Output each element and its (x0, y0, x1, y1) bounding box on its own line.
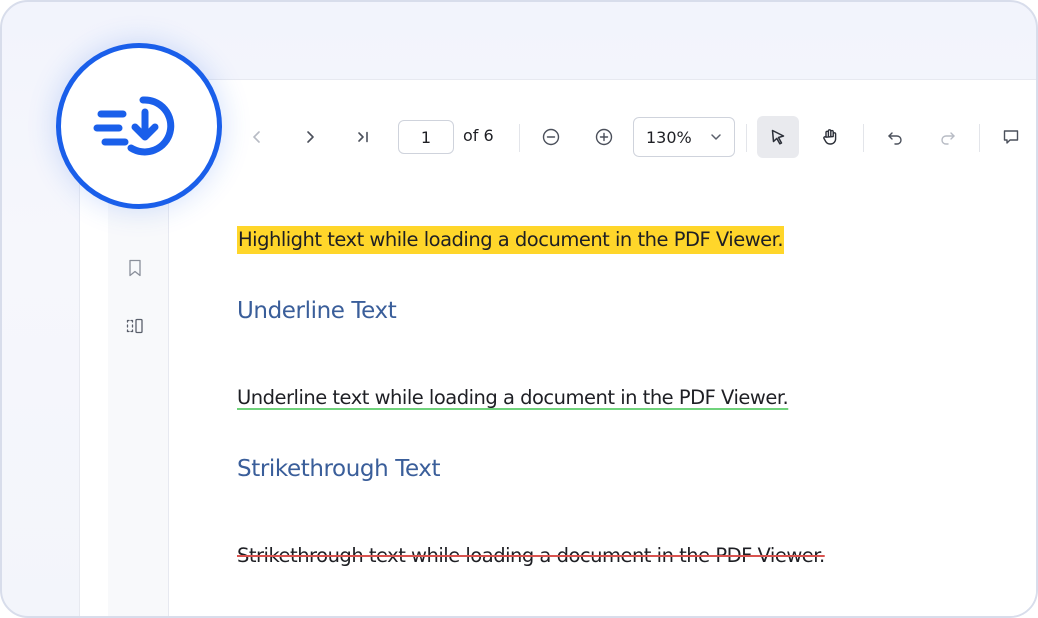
left-sidebar (108, 170, 169, 616)
select-pointer-icon (771, 129, 785, 145)
zoom-in-button[interactable] (585, 118, 623, 156)
previous-page-button[interactable] (238, 118, 276, 156)
comment-button[interactable] (992, 118, 1030, 156)
bookmark-icon[interactable] (125, 258, 145, 278)
last-page-icon (358, 131, 368, 143)
chevron-right-icon (307, 131, 314, 143)
underline-annotation[interactable]: Underline text while loading a document … (237, 386, 789, 409)
zoom-out-icon (542, 128, 560, 146)
last-page-button[interactable] (344, 118, 382, 156)
next-page-button[interactable] (291, 118, 329, 156)
highlighted-sentence[interactable]: Highlight text while loading a document … (237, 226, 785, 254)
redo-button[interactable] (929, 118, 967, 156)
toolbar-divider (863, 124, 864, 152)
undo-button[interactable] (876, 118, 914, 156)
zoom-in-icon (595, 128, 613, 146)
toolbar-divider (519, 124, 520, 152)
viewer-toolbar: 1 of 6 130% (80, 108, 1036, 170)
organize-pages-icon[interactable] (125, 316, 145, 336)
pan-tool-button[interactable] (811, 118, 849, 156)
strikethrough-annotation[interactable]: Strikethrough text while loading a docum… (237, 544, 825, 567)
chevron-left-icon (253, 131, 260, 143)
underline-heading: Underline Text (237, 298, 397, 324)
app-frame: 1 of 6 130% Highlight text while loading… (0, 0, 1038, 618)
page-number-input[interactable]: 1 (398, 120, 454, 154)
fast-download-icon (93, 96, 175, 156)
zoom-level-select[interactable]: 130% (633, 117, 735, 157)
page-total-label: of 6 (463, 126, 494, 145)
zoom-out-button[interactable] (532, 118, 570, 156)
zoom-level-value: 130% (646, 127, 692, 147)
undo-icon (888, 132, 902, 145)
underlined-sentence[interactable]: Underline text while loading a document … (237, 386, 789, 409)
strikethrough-sentence[interactable]: Strikethrough text while loading a docum… (237, 544, 825, 567)
toolbar-divider (746, 124, 747, 152)
pdf-viewer: 1 of 6 130% Highlight text while loading… (79, 79, 1036, 616)
strikethrough-heading: Strikethrough Text (237, 456, 441, 482)
comment-icon (1003, 130, 1019, 144)
chevron-down-icon (711, 134, 721, 140)
fast-loading-logo (56, 43, 222, 209)
select-tool-button[interactable] (757, 116, 799, 158)
pan-hand-icon (823, 129, 837, 145)
document-page: Highlight text while loading a document … (169, 170, 1036, 616)
highlight-annotation[interactable]: Highlight text while loading a document … (237, 226, 785, 254)
redo-icon (941, 132, 955, 145)
toolbar-divider (979, 124, 980, 152)
